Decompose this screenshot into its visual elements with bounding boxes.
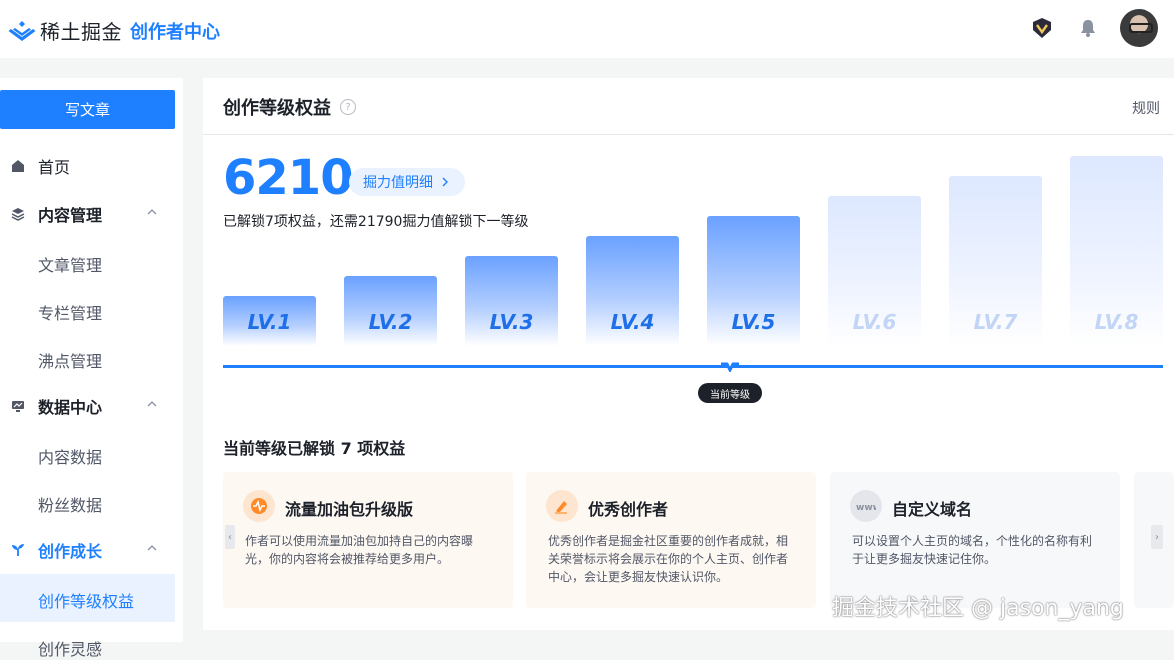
chevron-up-icon [147,209,157,215]
current-level-tag: 当前等级 [698,383,762,403]
sidebar-item-inspiration[interactable]: 创作灵感 [38,636,102,660]
sidebar-item-label: 首页 [38,158,71,177]
sidebar: 写文章 首页 内容管理 文章管理 专栏管理 沸点管理 数据中心 内容数据 粉丝数… [0,78,183,659]
level-bar: LV.1 [223,296,316,346]
sidebar-item-columns[interactable]: 专栏管理 [38,300,102,324]
level-track [223,365,1163,368]
benefit-description: 优秀创作者是掘金社区重要的创作者成就，相关荣誉标示将会展示在你的个人主页、创作者… [548,534,789,584]
sidebar-item-pins[interactable]: 沸点管理 [38,348,102,372]
chevron-up-icon [147,545,157,551]
sidebar-item-label: 内容管理 [38,206,103,225]
benefit-card[interactable]: 优秀创作者 优秀创作者是掘金社区重要的创作者成就，相关荣誉标示将会展示在你的个人… [526,472,816,608]
carousel-next-button[interactable]: › [1151,525,1163,549]
level-label: LV.2 [368,310,413,334]
bell-icon[interactable] [1074,14,1102,42]
level-bar: LV.3 [465,256,558,346]
level-bar: LV.2 [344,276,437,346]
level-label: LV.6 [852,310,897,334]
level-label: LV.8 [1094,310,1139,334]
benefit-title: 优秀创作者 [588,500,669,519]
benefit-description: 可以设置个人主页的域名，个性化的名称有利于让更多掘友快速记住你。 [852,534,1093,566]
svg-text:www: www [856,503,876,512]
level-bar: LV.5 [707,216,800,346]
main-panel: 创作等级权益 ? 规则 6210 掘力值明细 已解锁7项权益，还需21790掘力… [203,78,1174,630]
carousel-prev-button[interactable]: ‹ [225,525,235,549]
user-avatar[interactable] [1120,9,1158,47]
level-bar: LV.6 [828,196,921,346]
sidebar-item-content-management[interactable]: 内容管理 [0,191,175,237]
sidebar-item-creator-growth[interactable]: 创作成长 [0,527,175,573]
sidebar-item-content-data[interactable]: 内容数据 [38,444,102,468]
benefit-card[interactable]: 流量加油包升级版 作者可以使用流量加油包加持自己的内容曝光，你的内容将会被推荐给… [223,472,513,608]
brand-name: 稀土掘金 [40,20,122,44]
watermark: 掘金技术社区 @ jason_yang [832,596,1124,621]
brand-logo[interactable]: 稀土掘金 [8,16,122,45]
growth-icon [10,542,26,558]
pen-badge-icon [546,490,578,522]
sidebar-item-label: 创作成长 [38,542,103,561]
write-article-button[interactable]: 写文章 [0,90,175,129]
benefit-title: 流量加油包升级版 [285,500,414,519]
level-label: LV.4 [610,310,655,334]
creator-center-title[interactable]: 创作者中心 [130,18,220,44]
current-level-pointer-icon [721,362,739,372]
benefit-title: 自定义域名 [892,500,973,519]
level-label: LV.5 [731,310,776,334]
level-label: LV.1 [247,310,292,334]
badge-icon[interactable] [1028,14,1056,42]
sidebar-item-follower-data[interactable]: 粉丝数据 [38,492,102,516]
juejin-logo-icon [8,20,36,41]
domain-icon: www [850,490,882,522]
sidebar-item-data-center[interactable]: 数据中心 [0,383,175,429]
level-bar: LV.4 [586,236,679,346]
layers-icon [10,206,26,222]
level-label: LV.3 [489,310,534,334]
home-icon [10,158,26,174]
sidebar-item-home[interactable]: 首页 [0,143,175,189]
benefit-description: 作者可以使用流量加油包加持自己的内容曝光，你的内容将会被推荐给更多用户。 [245,534,474,566]
benefits-section-title: 当前等级已解锁 7 项权益 [223,439,406,458]
level-bar: LV.7 [949,176,1042,346]
level-label: LV.7 [973,310,1018,334]
sidebar-item-articles[interactable]: 文章管理 [38,252,102,276]
top-header: 稀土掘金 创作者中心 [0,0,1174,58]
sidebar-item-creator-level[interactable]: 创作等级权益 [38,588,134,612]
sidebar-item-label: 数据中心 [38,398,103,417]
benefit-card[interactable]: www 自定义域名 可以设置个人主页的域名，个性化的名称有利于让更多掘友快速记住… [830,472,1120,608]
level-bar: LV.8 [1070,156,1163,346]
fuel-pack-icon [243,490,275,522]
monitor-chart-icon [10,398,26,414]
chevron-up-icon [147,401,157,407]
